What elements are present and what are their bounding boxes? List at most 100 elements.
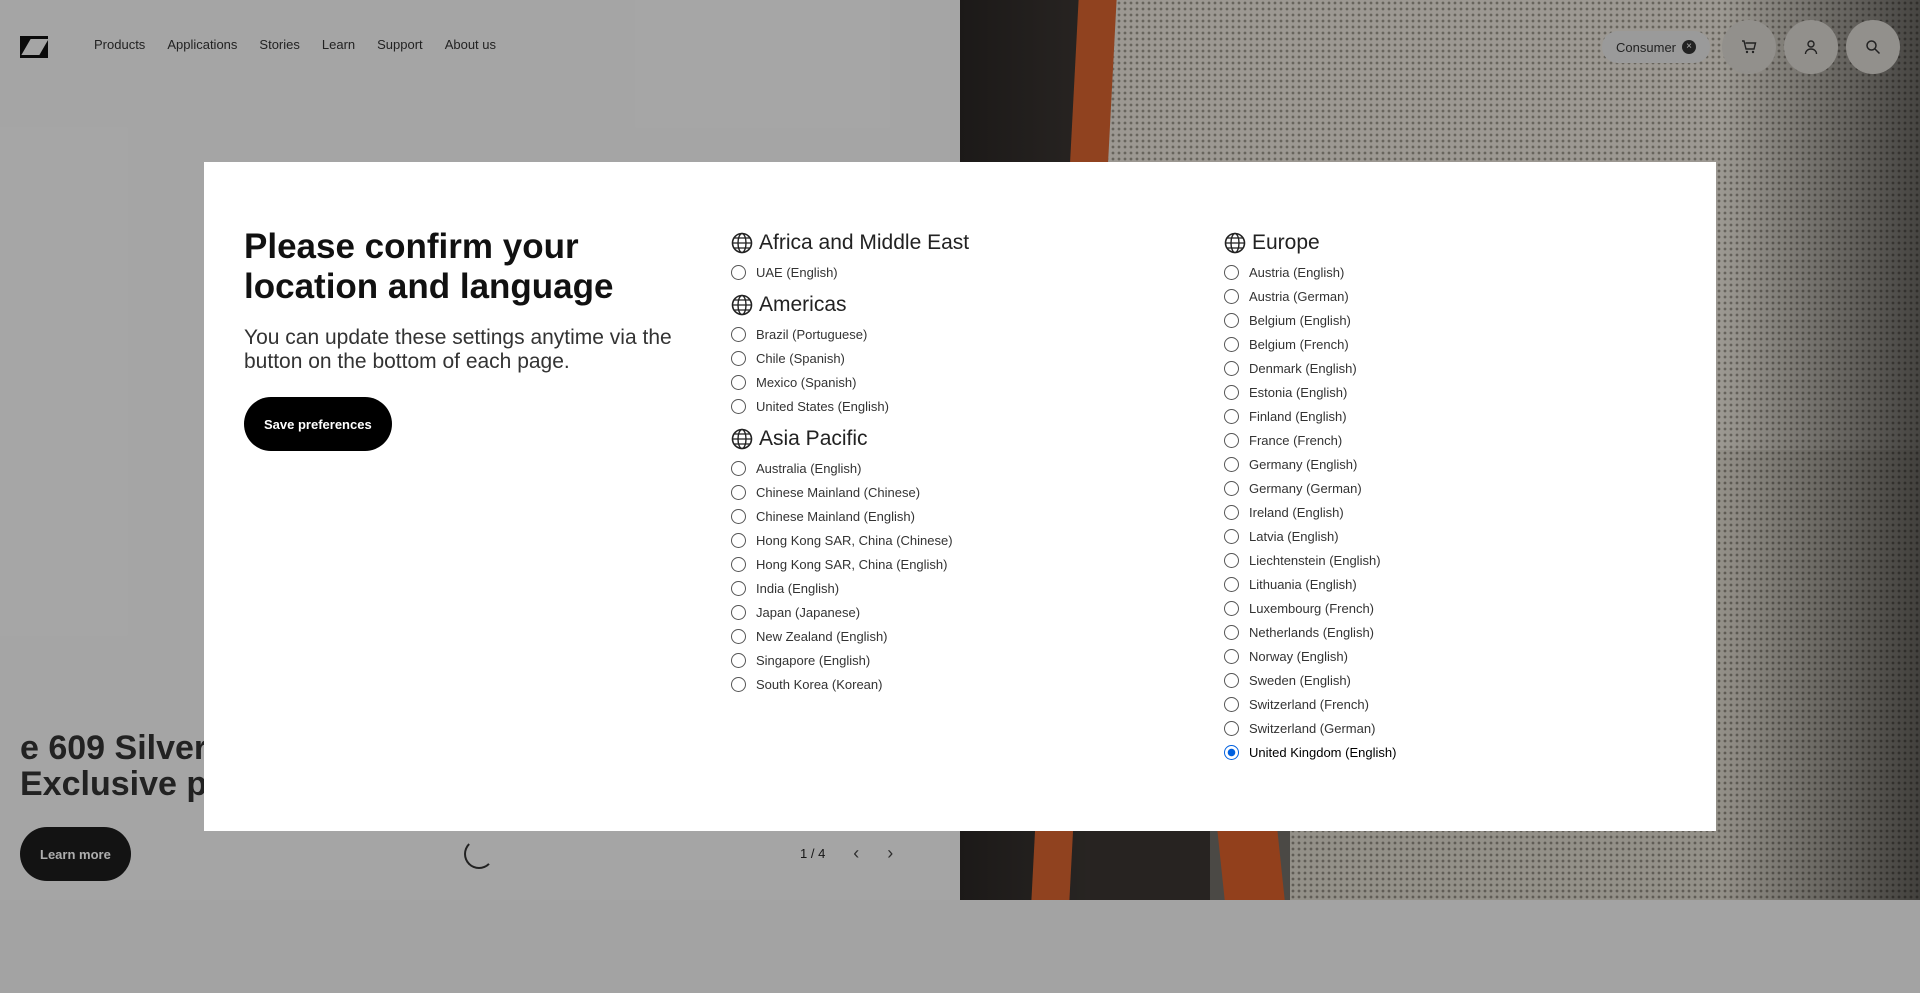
radio-button[interactable]	[1224, 432, 1239, 448]
locale-option-label: Latvia (English)	[1249, 528, 1339, 544]
locale-option-latvia-english[interactable]: Latvia (English)	[1224, 524, 1644, 548]
locale-option-hong-kong-sar-china-chinese[interactable]: Hong Kong SAR, China (Chinese)	[731, 528, 1151, 552]
save-preferences-button[interactable]: Save preferences	[244, 397, 392, 451]
locale-option-norway-english[interactable]: Norway (English)	[1224, 644, 1644, 668]
locale-option-uae-english[interactable]: UAE (English)	[731, 260, 1151, 284]
radio-button[interactable]	[731, 350, 746, 366]
radio-button[interactable]	[1224, 408, 1239, 424]
locale-option-label: Austria (German)	[1249, 288, 1349, 304]
locale-option-label: France (French)	[1249, 432, 1343, 448]
radio-button[interactable]	[731, 628, 746, 644]
radio-button[interactable]	[1224, 600, 1239, 616]
locale-option-france-french[interactable]: France (French)	[1224, 428, 1644, 452]
locale-option-switzerland-french[interactable]: Switzerland (French)	[1224, 692, 1644, 716]
radio-button[interactable]	[1224, 624, 1239, 640]
locale-option-singapore-english[interactable]: Singapore (English)	[731, 648, 1151, 672]
globe-icon	[1224, 232, 1246, 254]
radio-button[interactable]	[1224, 288, 1239, 304]
region-americas: Americas Brazil (Portuguese) Chile (Spanis…	[731, 292, 1151, 418]
radio-button[interactable]	[1224, 264, 1239, 280]
locale-option-australia-english[interactable]: Australia (English)	[731, 456, 1151, 480]
radio-button[interactable]	[731, 652, 746, 668]
radio-button[interactable]	[1224, 672, 1239, 688]
locale-option-luxembourg-french[interactable]: Luxembourg (French)	[1224, 596, 1644, 620]
radio-button[interactable]	[1224, 744, 1239, 760]
locale-option-label: Japan (Japanese)	[756, 604, 861, 620]
locale-option-japan-japanese[interactable]: Japan (Japanese)	[731, 600, 1151, 624]
locale-option-label: Luxembourg (French)	[1249, 600, 1374, 616]
locale-option-chinese-mainland-chinese[interactable]: Chinese Mainland (Chinese)	[731, 480, 1151, 504]
radio-button[interactable]	[731, 484, 746, 500]
radio-button[interactable]	[731, 398, 746, 414]
region-africa-and-middle-east: Africa and Middle East UAE (English)	[731, 230, 1151, 284]
radio-button[interactable]	[731, 532, 746, 548]
radio-button[interactable]	[1224, 528, 1239, 544]
locale-option-label: Ireland (English)	[1249, 504, 1344, 520]
region-title: Africa and Middle East	[759, 231, 970, 254]
locale-option-belgium-english[interactable]: Belgium (English)	[1224, 308, 1644, 332]
radio-button[interactable]	[731, 326, 746, 342]
locale-option-switzerland-german[interactable]: Switzerland (German)	[1224, 716, 1644, 740]
radio-button[interactable]	[731, 604, 746, 620]
radio-button[interactable]	[1224, 336, 1239, 352]
region-heading: Europe	[1224, 230, 1644, 256]
locale-option-liechtenstein-english[interactable]: Liechtenstein (English)	[1224, 548, 1644, 572]
radio-button[interactable]	[1224, 360, 1239, 376]
radio-button[interactable]	[731, 374, 746, 390]
radio-button[interactable]	[1224, 720, 1239, 736]
locale-option-label: Sweden (English)	[1249, 672, 1351, 688]
radio-button[interactable]	[1224, 576, 1239, 592]
locale-option-label: Chinese Mainland (English)	[756, 508, 915, 524]
locale-option-new-zealand-english[interactable]: New Zealand (English)	[731, 624, 1151, 648]
radio-button[interactable]	[1224, 504, 1239, 520]
locale-option-belgium-french[interactable]: Belgium (French)	[1224, 332, 1644, 356]
locale-option-india-english[interactable]: India (English)	[731, 576, 1151, 600]
locale-option-austria-german[interactable]: Austria (German)	[1224, 284, 1644, 308]
locale-option-sweden-english[interactable]: Sweden (English)	[1224, 668, 1644, 692]
locale-option-label: Estonia (English)	[1249, 384, 1348, 400]
locale-option-label: United States (English)	[756, 398, 889, 414]
radio-button[interactable]	[731, 676, 746, 692]
locale-option-finland-english[interactable]: Finland (English)	[1224, 404, 1644, 428]
locale-option-label: Chinese Mainland (Chinese)	[756, 484, 921, 500]
radio-button[interactable]	[731, 508, 746, 524]
locale-option-label: United Kingdom (English)	[1249, 744, 1397, 760]
locale-option-chinese-mainland-english[interactable]: Chinese Mainland (English)	[731, 504, 1151, 528]
locale-option-brazil-portuguese[interactable]: Brazil (Portuguese)	[731, 322, 1151, 346]
radio-button[interactable]	[731, 264, 746, 280]
locale-option-hong-kong-sar-china-english[interactable]: Hong Kong SAR, China (English)	[731, 552, 1151, 576]
region-heading: Americas	[731, 292, 1151, 318]
radio-button[interactable]	[1224, 384, 1239, 400]
locale-option-label: Belgium (English)	[1249, 312, 1351, 328]
locale-option-denmark-english[interactable]: Denmark (English)	[1224, 356, 1644, 380]
locale-option-ireland-english[interactable]: Ireland (English)	[1224, 500, 1644, 524]
radio-button[interactable]	[1224, 312, 1239, 328]
locale-option-label: India (English)	[756, 580, 840, 596]
locale-option-germany-english[interactable]: Germany (English)	[1224, 452, 1644, 476]
locale-option-label: Lithuania (English)	[1249, 576, 1357, 592]
locale-option-label: Austria (English)	[1249, 264, 1345, 280]
locale-option-estonia-english[interactable]: Estonia (English)	[1224, 380, 1644, 404]
location-language-modal: Please confirm your location and languag…	[204, 162, 1716, 831]
radio-button[interactable]	[1224, 648, 1239, 664]
radio-button[interactable]	[1224, 552, 1239, 568]
locale-option-netherlands-english[interactable]: Netherlands (English)	[1224, 620, 1644, 644]
region-asia-pacific: Asia Pacific Australia (English) Chinese M…	[731, 426, 1151, 696]
locale-option-united-kingdom-english[interactable]: United Kingdom (English)	[1224, 740, 1644, 764]
locale-option-label: Brazil (Portuguese)	[756, 326, 868, 342]
locale-option-lithuania-english[interactable]: Lithuania (English)	[1224, 572, 1644, 596]
radio-button[interactable]	[731, 580, 746, 596]
locale-option-label: Liechtenstein (English)	[1249, 552, 1381, 568]
radio-button[interactable]	[731, 460, 746, 476]
radio-button[interactable]	[731, 556, 746, 572]
locale-option-united-states-english[interactable]: United States (English)	[731, 394, 1151, 418]
modal-subtitle: You can update these settings anytime vi…	[244, 326, 672, 373]
locale-option-mexico-spanish[interactable]: Mexico (Spanish)	[731, 370, 1151, 394]
locale-option-chile-spanish[interactable]: Chile (Spanish)	[731, 346, 1151, 370]
radio-button[interactable]	[1224, 696, 1239, 712]
locale-option-germany-german[interactable]: Germany (German)	[1224, 476, 1644, 500]
radio-button[interactable]	[1224, 480, 1239, 496]
locale-option-austria-english[interactable]: Austria (English)	[1224, 260, 1644, 284]
locale-option-south-korea-korean[interactable]: South Korea (Korean)	[731, 672, 1151, 696]
radio-button[interactable]	[1224, 456, 1239, 472]
